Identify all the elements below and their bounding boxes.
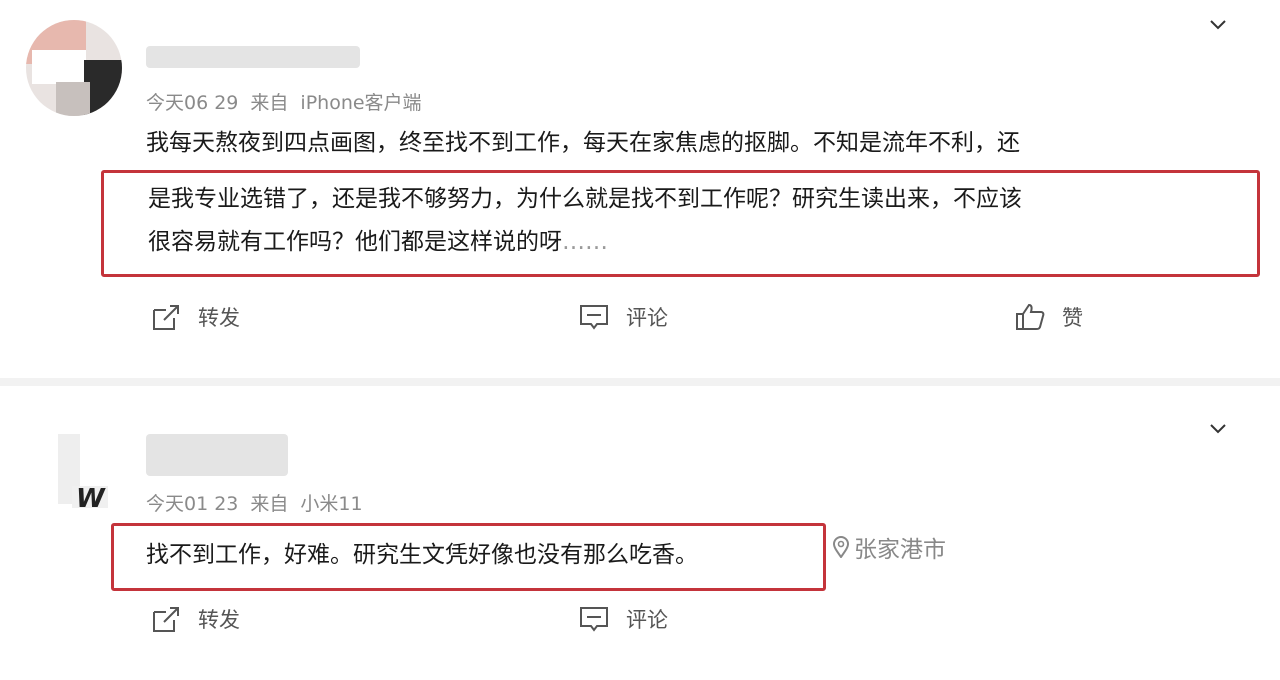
highlight-box: 找不到工作，好难。研究生文凭好像也没有那么吃香。 bbox=[111, 523, 826, 591]
post-card: 今天06 29 来自 iPhone客户端 我每天熬夜到四点画图，终至找不到工作，每天… bbox=[0, 0, 1280, 378]
like-icon bbox=[1016, 303, 1045, 330]
comment-label: 评论 bbox=[626, 306, 668, 330]
username-blurred[interactable] bbox=[146, 46, 360, 68]
repost-button[interactable]: 转发 bbox=[150, 302, 240, 332]
post-divider bbox=[0, 378, 1280, 386]
post-time: 今天06 29 bbox=[146, 92, 239, 114]
comment-label: 评论 bbox=[626, 608, 668, 632]
post-text-line: 是我专业选错了，还是我不够努力，为什么就是找不到工作呢？研究生读出来，不应该 bbox=[148, 186, 1022, 212]
post-source: 小米11 bbox=[300, 493, 363, 515]
location-link[interactable]: 张家港市 bbox=[832, 530, 946, 564]
post-text-line: 很容易就有工作吗？他们都是这样说的呀…… bbox=[148, 221, 1022, 264]
repost-label: 转发 bbox=[198, 608, 240, 632]
avatar[interactable]: W bbox=[48, 434, 118, 514]
repost-icon bbox=[153, 305, 179, 330]
username-blurred[interactable] bbox=[146, 434, 288, 476]
post-card: W 今天01 23 来自 小米11 找不到工作，好难。研究生文凭好像也没有那么吃香。… bbox=[0, 386, 1280, 680]
comment-icon bbox=[580, 305, 608, 330]
post-meta: 今天06 29 来自 iPhone客户端 bbox=[146, 88, 434, 115]
highlighted-text: 找不到工作，好难。研究生文凭好像也没有那么吃香。 bbox=[146, 542, 698, 568]
post-text-line: 我每天熬夜到四点画图，终至找不到工作，每天在家焦虑的抠脚。不知是流年不利，还 bbox=[146, 130, 1020, 156]
chevron-down-icon[interactable] bbox=[1208, 14, 1228, 34]
post-meta: 今天01 23 来自 小米11 bbox=[146, 489, 375, 516]
source-prefix: 来自 bbox=[250, 92, 289, 114]
like-label: 赞 bbox=[1062, 306, 1083, 330]
repost-button[interactable]: 转发 bbox=[150, 604, 240, 634]
comment-button[interactable]: 评论 bbox=[578, 604, 668, 634]
highlight-box: 是我专业选错了，还是我不够努力，为什么就是找不到工作呢？研究生读出来，不应该 很… bbox=[101, 170, 1260, 277]
avatar[interactable] bbox=[26, 20, 122, 116]
highlighted-text: 是我专业选错了，还是我不够努力，为什么就是找不到工作呢？研究生读出来，不应该 很… bbox=[148, 178, 1022, 264]
comment-icon bbox=[580, 607, 608, 632]
like-button[interactable]: 赞 bbox=[1014, 302, 1083, 332]
repost-icon bbox=[153, 607, 179, 632]
post-text-fragment: 很容易就有工作吗？他们都是这样说的呀 bbox=[148, 229, 562, 255]
comment-button[interactable]: 评论 bbox=[578, 302, 668, 332]
chevron-down-icon[interactable] bbox=[1208, 418, 1228, 438]
source-prefix: 来自 bbox=[250, 493, 289, 515]
ellipsis: …… bbox=[562, 229, 608, 255]
post-source: iPhone客户端 bbox=[300, 92, 422, 114]
repost-label: 转发 bbox=[198, 306, 240, 330]
post-time: 今天01 23 bbox=[146, 493, 239, 515]
location-pin-icon bbox=[832, 536, 850, 558]
location-label: 张家港市 bbox=[854, 537, 946, 563]
